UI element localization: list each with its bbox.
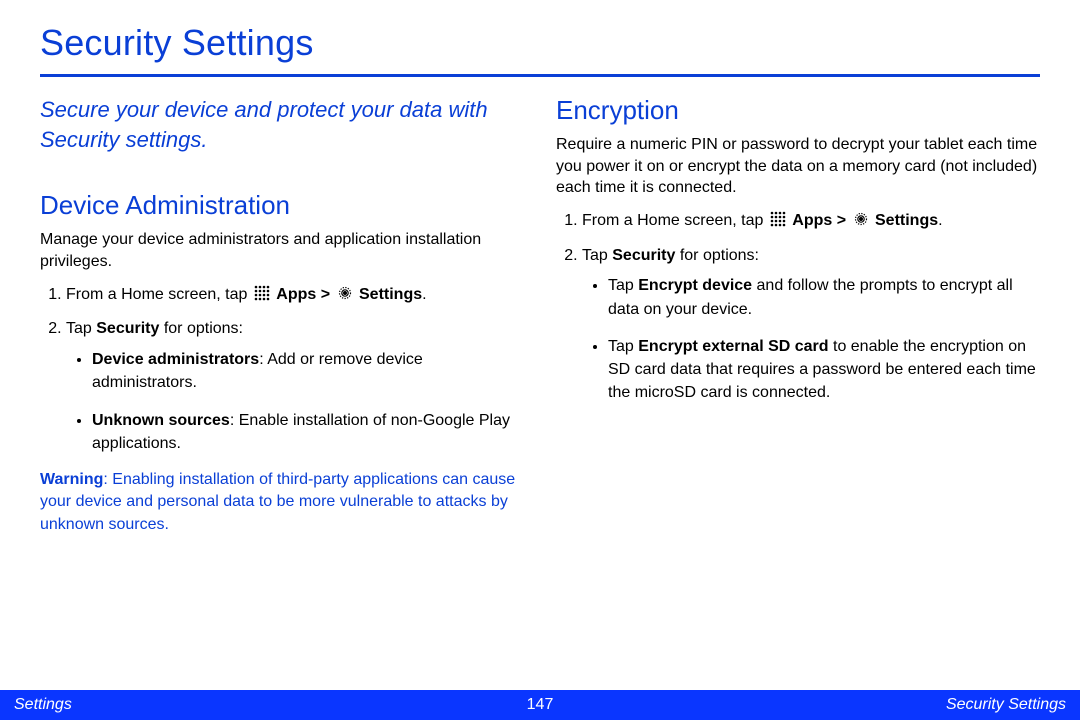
apps-grid-icon — [254, 285, 270, 301]
heading-device-administration: Device Administration — [40, 190, 524, 221]
apps-label: Apps — [276, 286, 316, 303]
footer-section-name: Settings — [0, 696, 527, 714]
step-text: From a Home screen, tap — [66, 286, 252, 303]
right-column: Encryption Require a numeric PIN or pass… — [556, 95, 1040, 536]
encryption-intro: Require a numeric PIN or password to dec… — [556, 134, 1040, 199]
option-label: Encrypt external SD card — [638, 338, 828, 355]
step-text: for options: — [159, 320, 243, 337]
tagline: Secure your device and protect your data… — [40, 95, 524, 154]
warning-text: : Enabling installation of third-party a… — [40, 471, 515, 533]
encryption-step-2: Tap Security for options: Tap Encrypt de… — [582, 244, 1040, 405]
encryption-step-1: From a Home screen, tap Apps > — [582, 209, 1040, 234]
option-encrypt-device: Tap Encrypt device and follow the prompt… — [608, 274, 1040, 320]
warning-label: Warning — [40, 471, 103, 488]
apps-grid-icon — [770, 211, 786, 227]
option-label: Encrypt device — [638, 277, 752, 294]
content-columns: Secure your device and protect your data… — [40, 95, 1040, 536]
gt-symbol: > — [837, 212, 851, 229]
heading-encryption: Encryption — [556, 95, 1040, 126]
security-label: Security — [96, 320, 159, 337]
device-admin-intro: Manage your device administrators and ap… — [40, 229, 524, 272]
period: . — [422, 286, 426, 303]
page-footer: Settings 147 Security Settings — [0, 690, 1080, 720]
encryption-options: Tap Encrypt device and follow the prompt… — [582, 274, 1040, 404]
step-text: Tap — [582, 247, 612, 264]
security-label: Security — [612, 247, 675, 264]
device-admin-steps: From a Home screen, tap Apps > — [40, 283, 524, 455]
option-prefix: Tap — [608, 277, 638, 294]
option-unknown-sources: Unknown sources: Enable installation of … — [92, 409, 524, 455]
step-text: for options: — [675, 247, 759, 264]
gt-symbol: > — [321, 286, 335, 303]
page-title: Security Settings — [40, 22, 1040, 64]
settings-label: Settings — [359, 286, 422, 303]
page-root: Security Settings Secure your device and… — [0, 0, 1080, 720]
device-admin-step-1: From a Home screen, tap Apps > — [66, 283, 524, 308]
settings-gear-icon — [337, 285, 353, 301]
step-text: From a Home screen, tap — [582, 212, 768, 229]
option-label: Unknown sources — [92, 412, 230, 429]
option-prefix: Tap — [608, 338, 638, 355]
option-encrypt-sd-card: Tap Encrypt external SD card to enable t… — [608, 335, 1040, 405]
device-admin-options: Device administrators: Add or remove dev… — [66, 348, 524, 455]
title-rule — [40, 74, 1040, 77]
footer-page-name: Security Settings — [553, 696, 1080, 714]
warning-note: Warning: Enabling installation of third-… — [40, 469, 524, 536]
settings-label: Settings — [875, 212, 938, 229]
option-device-administrators: Device administrators: Add or remove dev… — [92, 348, 524, 394]
option-label: Device administrators — [92, 351, 259, 368]
settings-gear-icon — [853, 211, 869, 227]
apps-label: Apps — [792, 212, 832, 229]
left-column: Secure your device and protect your data… — [40, 95, 524, 536]
step-text: Tap — [66, 320, 96, 337]
device-admin-step-2: Tap Security for options: Device adminis… — [66, 317, 524, 455]
period: . — [938, 212, 942, 229]
footer-page-number: 147 — [527, 696, 554, 714]
encryption-steps: From a Home screen, tap Apps > — [556, 209, 1040, 405]
